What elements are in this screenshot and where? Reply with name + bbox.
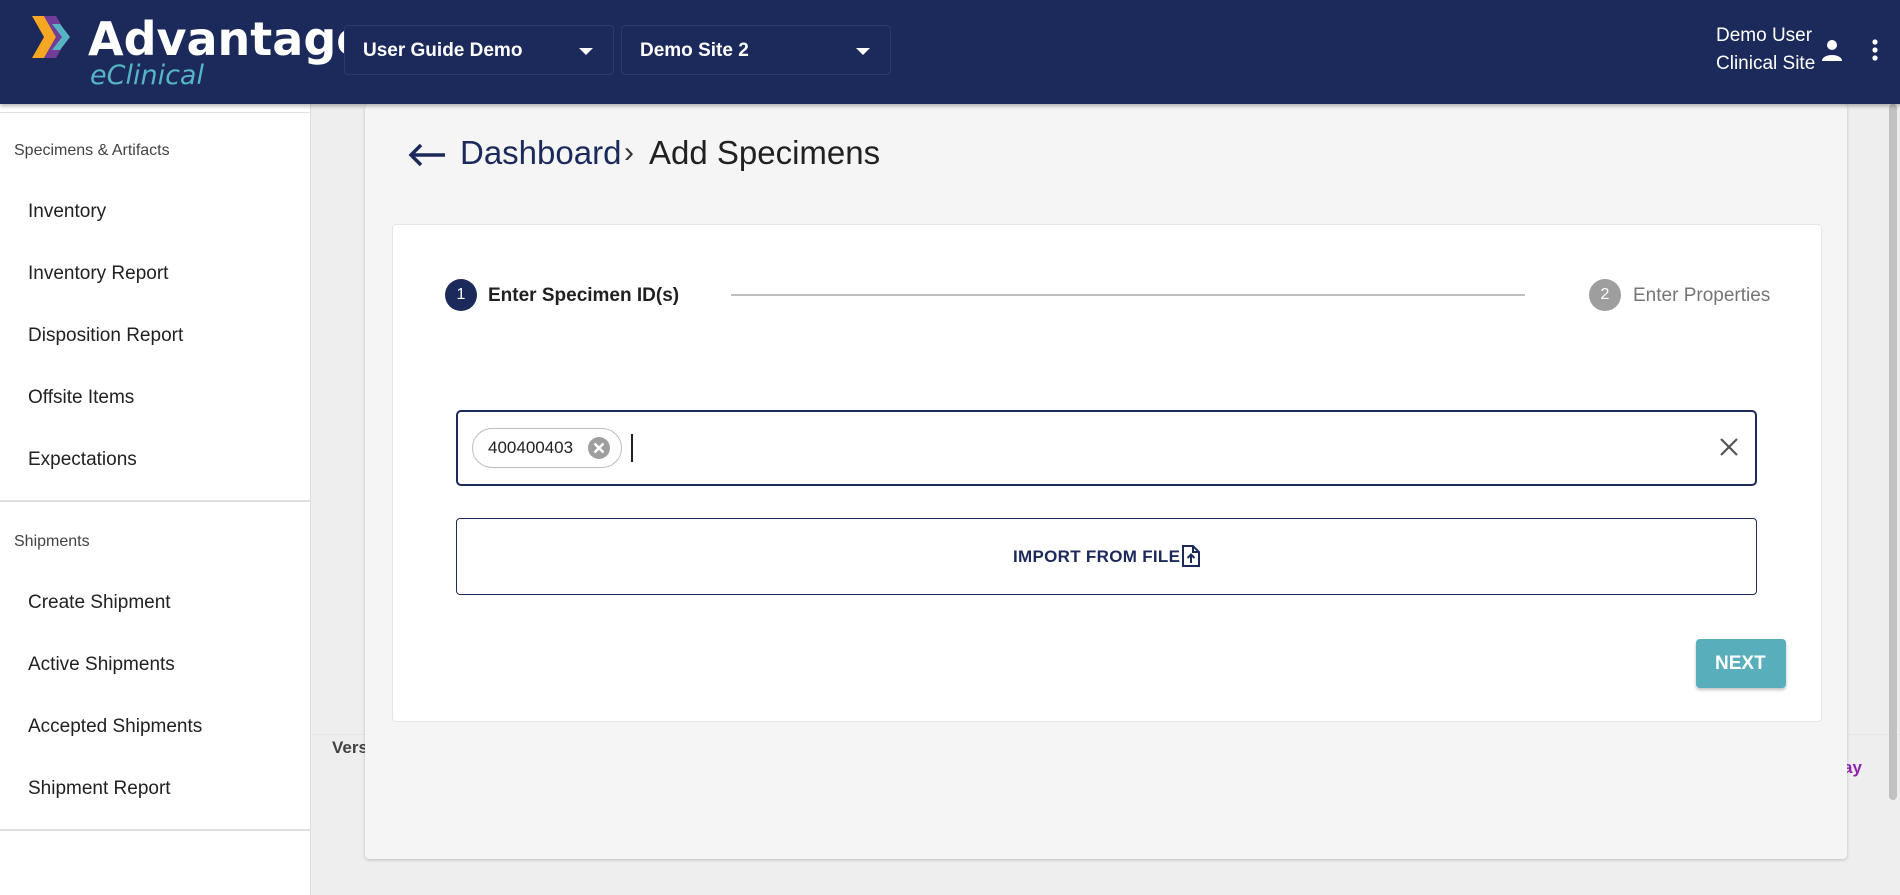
- sidebar-item-create-shipment[interactable]: Create Shipment: [28, 592, 171, 614]
- sidebar-item-shipment-report[interactable]: Shipment Report: [28, 778, 171, 800]
- logo-chevron-icon: [32, 16, 70, 58]
- text-cursor: [631, 434, 633, 462]
- site-select[interactable]: Demo Site 2: [621, 25, 891, 75]
- import-from-file-label: IMPORT FROM FILE: [1013, 547, 1181, 566]
- back-arrow-icon[interactable]: [407, 141, 447, 169]
- page-title: Add Specimens: [649, 134, 881, 171]
- clear-icon[interactable]: [1718, 436, 1740, 458]
- chevron-down-icon: [856, 48, 870, 55]
- sidebar: Specimens & Artifacts Inventory Inventor…: [0, 104, 311, 895]
- specimen-id-chip-label: 400400403: [488, 438, 574, 457]
- logo-title: Advantage: [88, 12, 368, 66]
- account-icon[interactable]: [1820, 38, 1844, 62]
- user-name: Demo User: [1716, 25, 1813, 46]
- chip-remove-icon[interactable]: [587, 436, 611, 460]
- more-vert-icon[interactable]: [1868, 38, 1882, 62]
- sidebar-item-offsite-items[interactable]: Offsite Items: [28, 387, 134, 409]
- breadcrumb-separator: ›: [624, 136, 634, 169]
- sidebar-item-expectations[interactable]: Expectations: [28, 449, 137, 471]
- study-select[interactable]: User Guide Demo: [344, 25, 614, 75]
- user-info: Demo User Clinical Site: [1716, 22, 1815, 78]
- step-2-label: Enter Properties: [1633, 285, 1771, 306]
- stepper-connector: [731, 294, 1525, 296]
- chevron-down-icon: [579, 48, 593, 55]
- step-1-label: Enter Specimen ID(s): [488, 285, 680, 306]
- step-2-indicator: 2: [1589, 279, 1621, 311]
- sidebar-item-inventory[interactable]: Inventory: [28, 201, 106, 223]
- sidebar-item-inventory-report[interactable]: Inventory Report: [28, 263, 168, 285]
- sidebar-item-accepted-shipments[interactable]: Accepted Shipments: [28, 716, 202, 738]
- divider: [0, 112, 311, 113]
- study-select-value: User Guide Demo: [363, 40, 523, 61]
- user-role: Clinical Site: [1716, 53, 1816, 74]
- site-select-value: Demo Site 2: [640, 40, 749, 61]
- divider: [0, 500, 311, 502]
- app-header: Advantage eClinical User Guide Demo Demo…: [0, 0, 1900, 104]
- scrollbar[interactable]: [1889, 104, 1897, 800]
- sidebar-item-active-shipments[interactable]: Active Shipments: [28, 654, 175, 676]
- divider: [0, 829, 311, 831]
- file-upload-icon: [1182, 545, 1200, 567]
- step-1-indicator: 1: [445, 279, 477, 311]
- breadcrumb-dashboard-link[interactable]: Dashboard: [460, 134, 621, 172]
- specimen-id-input[interactable]: [456, 410, 1757, 486]
- sidebar-section-shipments: Shipments: [14, 533, 90, 550]
- footer-version-text: Vers: [332, 738, 368, 757]
- logo-subtitle: eClinical: [90, 60, 204, 91]
- logo[interactable]: Advantage eClinical: [30, 12, 367, 92]
- sidebar-section-specimens: Specimens & Artifacts: [14, 142, 170, 159]
- next-button-label: NEXT: [1715, 653, 1766, 674]
- sidebar-item-disposition-report[interactable]: Disposition Report: [28, 325, 183, 347]
